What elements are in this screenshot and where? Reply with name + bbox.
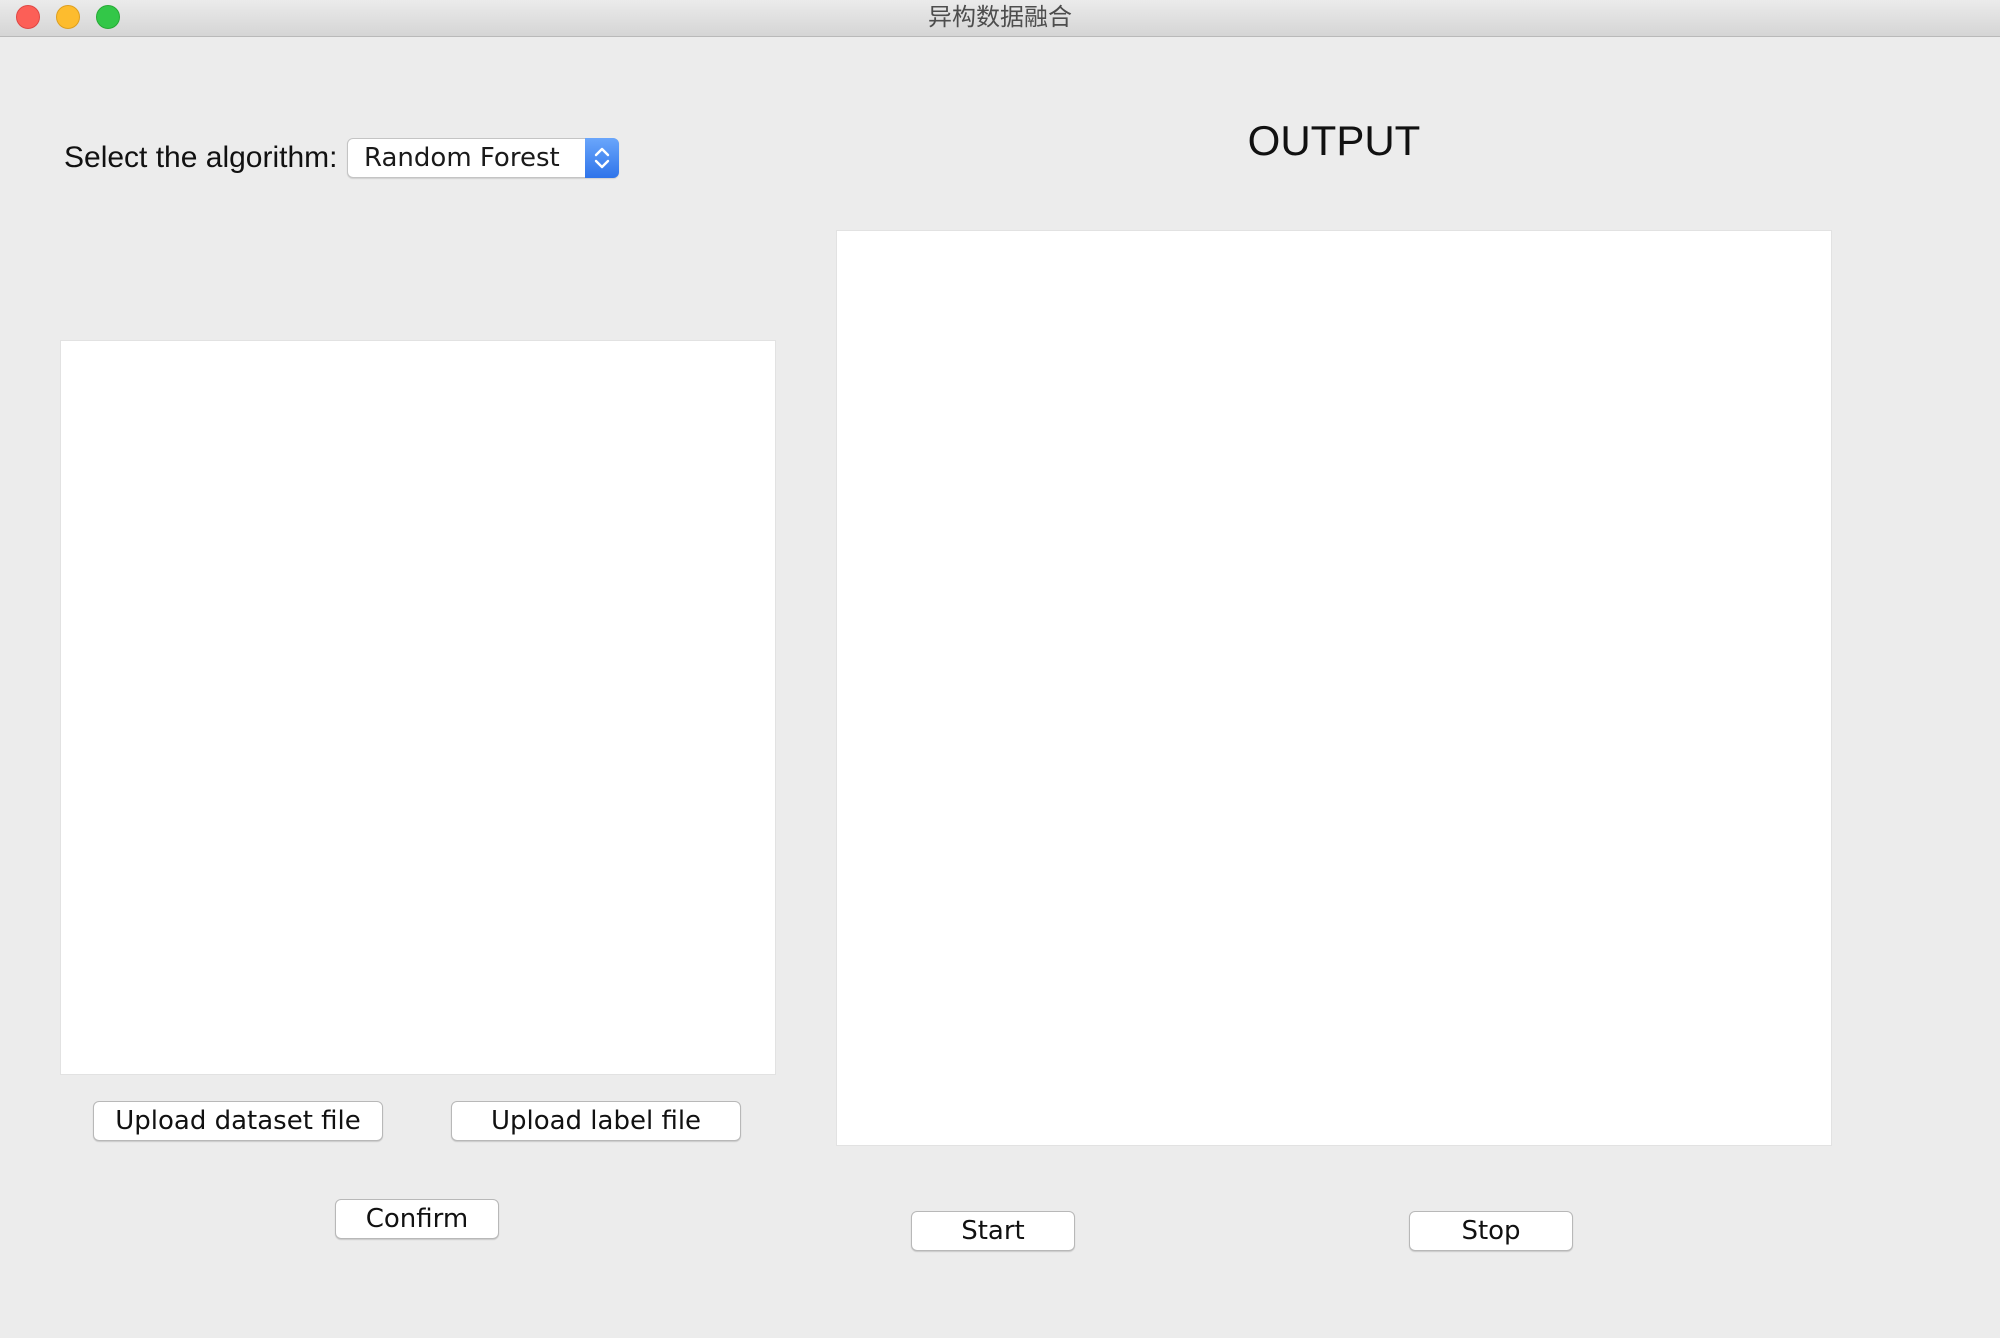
- window-title: 异构数据融合: [928, 3, 1072, 31]
- title-bar[interactable]: 异构数据融合: [0, 0, 2000, 37]
- output-text-area[interactable]: [836, 230, 1832, 1146]
- confirm-button[interactable]: Confirm: [335, 1199, 499, 1239]
- upload-dataset-button[interactable]: Upload dataset file: [93, 1101, 383, 1141]
- input-text-area[interactable]: [60, 340, 776, 1075]
- stop-button[interactable]: Stop: [1409, 1211, 1573, 1251]
- output-title: OUTPUT: [1247, 117, 1421, 164]
- upload-label-button[interactable]: Upload label file: [451, 1101, 741, 1141]
- algorithm-label: Select the algorithm:: [64, 141, 338, 174]
- algorithm-select[interactable]: Random Forest: [347, 138, 619, 178]
- algorithm-select-value: Random Forest: [364, 143, 560, 173]
- app-window: 异构数据融合 Select the algorithm: Random Fore…: [0, 0, 2000, 1338]
- chevron-up-down-icon[interactable]: [585, 138, 619, 178]
- start-button[interactable]: Start: [911, 1211, 1075, 1251]
